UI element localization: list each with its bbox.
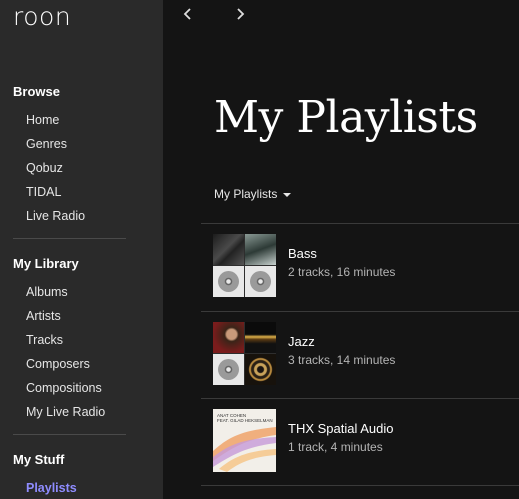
sidebar-item-tracks[interactable]: Tracks (26, 333, 63, 347)
forward-button[interactable] (233, 5, 247, 23)
playlist-artwork (213, 322, 276, 385)
sidebar-item-artists[interactable]: Artists (26, 309, 61, 323)
sidebar-item-home[interactable]: Home (26, 113, 59, 127)
playlist-meta: 3 tracks, 14 minutes (288, 353, 396, 367)
disc-icon (218, 359, 239, 380)
album-art (245, 354, 276, 385)
sidebar-item-composers[interactable]: Composers (26, 357, 90, 371)
playlist-artwork: ANAT COHEN FEAT. GILAD HEKSELMAN (213, 409, 276, 472)
sidebar-item-my-live-radio[interactable]: My Live Radio (26, 405, 105, 419)
playlist-row[interactable]: Jazz 3 tracks, 14 minutes (201, 311, 519, 399)
sidebar-item-albums[interactable]: Albums (26, 285, 68, 299)
row-divider (201, 398, 519, 399)
album-art (213, 322, 244, 353)
row-divider (201, 223, 519, 224)
playlist-artwork (213, 234, 276, 297)
row-divider (201, 485, 519, 486)
disc-icon (218, 271, 239, 292)
playlist-meta: 2 tracks, 16 minutes (288, 265, 396, 279)
browse-heading: Browse (13, 84, 60, 99)
filter-label: My Playlists (214, 187, 278, 201)
back-button[interactable] (181, 5, 195, 23)
sidebar: roon Browse Home Genres Qobuz TIDAL Live… (0, 0, 163, 499)
sidebar-item-tidal[interactable]: TIDAL (26, 185, 61, 199)
album-art (245, 322, 276, 353)
playlist-row[interactable]: Bass 2 tracks, 16 minutes (201, 223, 519, 311)
album-art (213, 234, 244, 265)
sidebar-divider (13, 434, 126, 435)
sidebar-item-qobuz[interactable]: Qobuz (26, 161, 63, 175)
sidebar-item-playlists[interactable]: Playlists (26, 481, 77, 495)
caret-down-icon (283, 192, 292, 197)
sidebar-divider (13, 238, 126, 239)
playlist-filter-dropdown[interactable]: My Playlists (214, 187, 292, 201)
page-title: My Playlists (214, 92, 478, 143)
main-content: My Playlists My Playlists Bass 2 tracks,… (163, 0, 519, 499)
sidebar-item-compositions[interactable]: Compositions (26, 381, 102, 395)
playlist-name: Bass (288, 246, 317, 261)
roon-logo[interactable]: roon (13, 2, 71, 31)
album-art (245, 234, 276, 265)
playlist-meta: 1 track, 4 minutes (288, 440, 383, 454)
playlist-name: THX Spatial Audio (288, 421, 394, 436)
album-art (213, 427, 276, 472)
my-library-heading: My Library (13, 256, 79, 271)
chevron-left-icon (183, 8, 191, 20)
sidebar-item-genres[interactable]: Genres (26, 137, 67, 151)
chevron-right-icon (237, 8, 245, 20)
disc-icon (250, 271, 271, 292)
sidebar-item-live-radio[interactable]: Live Radio (26, 209, 85, 223)
album-art-placeholder (213, 266, 244, 297)
album-art-placeholder (245, 266, 276, 297)
my-stuff-heading: My Stuff (13, 452, 65, 467)
playlist-name: Jazz (288, 334, 315, 349)
album-art-placeholder (213, 354, 244, 385)
playlist-row[interactable]: ANAT COHEN FEAT. GILAD HEKSELMAN THX Spa… (201, 398, 519, 486)
row-divider (201, 311, 519, 312)
